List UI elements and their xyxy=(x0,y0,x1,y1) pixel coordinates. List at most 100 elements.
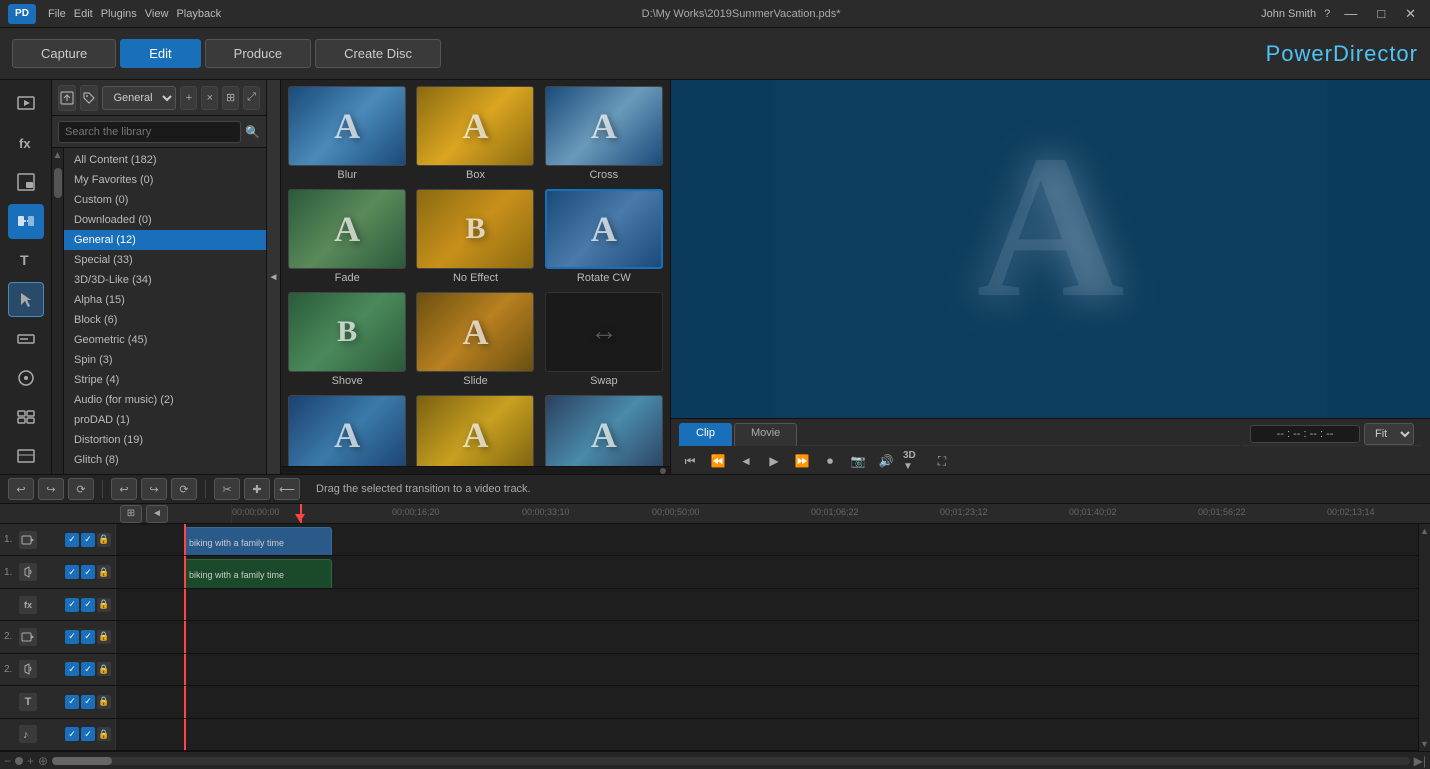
category-dropdown[interactable]: General Special Alpha xyxy=(102,86,176,110)
category-general[interactable]: General (12) xyxy=(64,230,266,250)
grid-scroll-down[interactable] xyxy=(660,468,666,474)
preview-tab-movie[interactable]: Movie xyxy=(734,423,797,446)
scroll-thumb[interactable] xyxy=(54,168,62,198)
transport-step-back[interactable]: ⏪ xyxy=(707,450,729,472)
transition-shove[interactable]: B Shove xyxy=(287,292,407,387)
sidebar-icon-audio[interactable] xyxy=(8,360,44,395)
track-link-music[interactable]: ✓ xyxy=(81,727,95,741)
timeline-hscroll-thumb[interactable] xyxy=(52,757,112,765)
transport-fullscreen[interactable]: ⛶ xyxy=(931,450,953,472)
category-stripe[interactable]: Stripe (4) xyxy=(64,370,266,390)
zoom-out-icon[interactable]: − xyxy=(4,754,11,768)
track-link-fx[interactable]: ✓ xyxy=(81,598,95,612)
help-icon[interactable]: ? xyxy=(1324,8,1330,20)
fit-timeline-button[interactable]: ⊞ xyxy=(120,505,142,523)
sidebar-icon-cursor[interactable] xyxy=(8,282,44,317)
transition-rotate-cw[interactable]: A Rotate CW xyxy=(544,189,664,284)
transport-record[interactable]: ⏺ xyxy=(819,450,841,472)
timeline-vscroll-up[interactable]: ▲ xyxy=(1420,526,1429,536)
transport-audio[interactable]: 🔊 xyxy=(875,450,897,472)
expand-button[interactable]: ⤢ xyxy=(243,86,260,110)
preview-tab-clip[interactable]: Clip xyxy=(679,423,732,446)
track-link-1a[interactable]: ✓ xyxy=(81,565,95,579)
transition-blur[interactable]: A Blur xyxy=(287,86,407,181)
reset2-button[interactable]: ⟳ xyxy=(171,478,197,500)
track-link-2[interactable]: ✓ xyxy=(81,630,95,644)
maximize-button[interactable]: □ xyxy=(1371,4,1391,23)
add-track-icon[interactable]: ⊕ xyxy=(38,754,48,768)
transition-box[interactable]: A Box xyxy=(415,86,535,181)
panel-collapse-button[interactable]: ◄ xyxy=(267,80,281,474)
track-link-2a[interactable]: ✓ xyxy=(81,662,95,676)
category-prodad[interactable]: proDAD (1) xyxy=(64,410,266,430)
category-audio[interactable]: Audio (for music) (2) xyxy=(64,390,266,410)
transport-play[interactable]: ▶ xyxy=(763,450,785,472)
track-visibility-1a[interactable]: ✓ xyxy=(65,565,79,579)
zoom-indicator[interactable] xyxy=(15,757,23,765)
fit-select[interactable]: Fit 100% xyxy=(1364,423,1414,445)
transport-rewind-start[interactable]: ⏮ xyxy=(679,450,701,472)
prev-marker-button[interactable]: ◄ xyxy=(146,505,168,523)
import-button[interactable] xyxy=(58,85,76,111)
minimize-button[interactable]: — xyxy=(1338,4,1363,23)
transition-extra-2[interactable]: A xyxy=(415,395,535,466)
timeline-end-icon[interactable]: ▶| xyxy=(1414,754,1426,768)
category-downloaded[interactable]: Downloaded (0) xyxy=(64,210,266,230)
category-block[interactable]: Block (6) xyxy=(64,310,266,330)
sidebar-icon-fx[interactable]: fx xyxy=(8,125,44,160)
track-lock-2a[interactable]: 🔒 xyxy=(97,662,111,676)
tag-button[interactable] xyxy=(80,85,98,111)
transition-cross[interactable]: A Cross xyxy=(544,86,664,181)
track-clip-1-video[interactable]: biking with a family time xyxy=(184,527,332,555)
track-lock-1a[interactable]: 🔒 xyxy=(97,565,111,579)
sidebar-icon-transitions[interactable] xyxy=(8,204,44,239)
category-3d[interactable]: 3D/3D-Like (34) xyxy=(64,270,266,290)
transition-extra-3[interactable]: A xyxy=(544,395,664,466)
sidebar-icon-title[interactable]: T xyxy=(8,243,44,278)
category-all-content[interactable]: All Content (182) xyxy=(64,150,266,170)
tab-produce[interactable]: Produce xyxy=(205,39,311,68)
undo2-button[interactable]: ↩ xyxy=(111,478,137,500)
track-lock-1[interactable]: 🔒 xyxy=(97,533,111,547)
track-link-1[interactable]: ✓ xyxy=(81,533,95,547)
track-visibility-2[interactable]: ✓ xyxy=(65,630,79,644)
search-icon[interactable]: 🔍 xyxy=(245,125,260,139)
transition-no-effect[interactable]: B No Effect xyxy=(415,189,535,284)
close-button[interactable]: ✕ xyxy=(1399,4,1422,24)
tab-edit[interactable]: Edit xyxy=(120,39,200,68)
tab-create-disc[interactable]: Create Disc xyxy=(315,39,441,68)
track-visibility-title[interactable]: ✓ xyxy=(65,695,79,709)
menu-view[interactable]: View xyxy=(145,8,169,20)
sidebar-icon-media[interactable] xyxy=(8,86,44,121)
category-alpha[interactable]: Alpha (15) xyxy=(64,290,266,310)
timeline-vscroll-down[interactable]: ▼ xyxy=(1420,739,1429,749)
grid-view-button[interactable]: ⊞ xyxy=(222,86,239,110)
track-visibility-1[interactable]: ✓ xyxy=(65,533,79,547)
add-category-button[interactable]: + xyxy=(180,86,197,110)
zoom-in-icon[interactable]: + xyxy=(27,754,34,768)
scroll-up-arrow[interactable]: ▲ xyxy=(53,150,63,164)
menu-file[interactable]: File xyxy=(48,8,66,20)
category-geometric[interactable]: Geometric (45) xyxy=(64,330,266,350)
track-lock-music[interactable]: 🔒 xyxy=(97,727,111,741)
track-clip-1-audio[interactable]: biking with a family time xyxy=(184,559,332,587)
cut-button[interactable]: ✂ xyxy=(214,478,240,500)
menu-playback[interactable]: Playback xyxy=(176,8,221,20)
transport-play-back[interactable]: ◄ xyxy=(735,450,757,472)
add-button[interactable]: ✚ xyxy=(244,478,270,500)
category-distortion[interactable]: Distortion (19) xyxy=(64,430,266,450)
sidebar-icon-pip[interactable] xyxy=(8,164,44,199)
timecode-display[interactable] xyxy=(1250,425,1360,443)
category-spin[interactable]: Spin (3) xyxy=(64,350,266,370)
track-lock-fx[interactable]: 🔒 xyxy=(97,598,111,612)
category-my-favorites[interactable]: My Favorites (0) xyxy=(64,170,266,190)
transport-3d[interactable]: 3D ▼ xyxy=(903,450,925,472)
transition-swap[interactable]: ↔ Swap xyxy=(544,292,664,387)
track-visibility-fx[interactable]: ✓ xyxy=(65,598,79,612)
track-visibility-2a[interactable]: ✓ xyxy=(65,662,79,676)
redo-button[interactable]: ↪ xyxy=(38,478,64,500)
track-lock-title[interactable]: 🔒 xyxy=(97,695,111,709)
undo-button[interactable]: ↩ xyxy=(8,478,34,500)
sidebar-icon-subtitle[interactable] xyxy=(8,321,44,356)
menu-plugins[interactable]: Plugins xyxy=(101,8,137,20)
